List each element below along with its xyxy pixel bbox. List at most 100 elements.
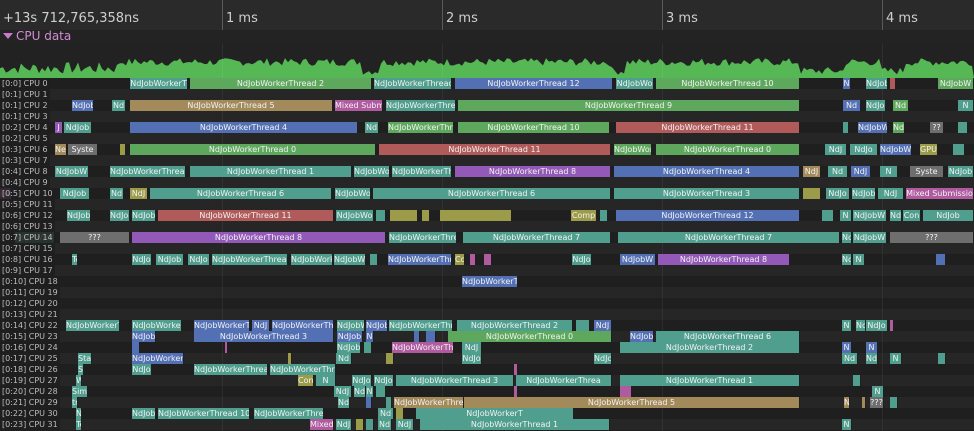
thread-slice[interactable] [958, 122, 968, 133]
thread-slice[interactable]: NdJobWo [858, 122, 888, 133]
thread-slice[interactable] [484, 254, 492, 265]
thread-slice[interactable]: NdJobWorkerThread 6 [656, 331, 800, 342]
thread-slice[interactable]: NdJobWorkerThre [389, 232, 457, 243]
thread-slice[interactable]: Te [76, 419, 82, 430]
thread-slice[interactable]: N [843, 78, 851, 89]
thread-slice[interactable]: NdJobWo [334, 254, 366, 265]
thread-slice[interactable]: NdJobWorkerThread 3 [614, 188, 800, 199]
thread-slice[interactable]: N [366, 386, 374, 397]
cpu-data-section-header[interactable]: CPU data [0, 29, 974, 44]
thread-slice[interactable]: ?? [930, 122, 944, 133]
cpu-track-row[interactable]: NdJobNdJobNdJobNdJobWorkerThread 11NdJob… [0, 210, 974, 221]
thread-slice[interactable]: NdJobWorkerThre [389, 320, 453, 331]
thread-slice[interactable] [440, 210, 512, 221]
thread-slice[interactable]: Nc [842, 254, 852, 265]
thread-slice[interactable]: NdJobWorkerThread 8 [455, 166, 611, 177]
thread-slice[interactable] [620, 386, 632, 397]
cpu-track-row[interactable]: [0:2] CPU 5 [0, 133, 974, 144]
thread-slice[interactable]: Mixed Subm [335, 100, 383, 111]
thread-slice[interactable]: NdJob [132, 331, 156, 342]
thread-slice[interactable]: NdJobWorkerThrea [194, 364, 268, 375]
thread-slice[interactable]: NdJ [803, 166, 821, 177]
thread-slice[interactable] [514, 364, 518, 375]
thread-slice[interactable]: Nd [378, 408, 394, 419]
thread-slice[interactable]: Mixed [310, 419, 334, 430]
thread-slice[interactable]: NdJobW [630, 331, 654, 342]
cpu-track-row[interactable]: NdJobW NdJobWorkerThread NdJobWorkerThread… [0, 166, 974, 177]
thread-slice[interactable]: Nd [338, 397, 350, 408]
thread-slice[interactable] [576, 320, 590, 331]
thread-slice[interactable]: Simi [72, 386, 88, 397]
thread-slice[interactable]: NdJobWorker [132, 353, 184, 364]
thread-slice[interactable]: NdJobWorkN [291, 254, 333, 265]
thread-slice[interactable]: NdJ [334, 386, 352, 397]
thread-slice[interactable]: N [842, 320, 852, 331]
thread-slice[interactable] [600, 210, 608, 221]
thread-slice[interactable]: NdJ [462, 342, 482, 353]
thread-slice[interactable]: NdJob [866, 78, 888, 89]
thread-slice[interactable] [953, 144, 965, 155]
thread-slice[interactable]: NdJobWo [354, 166, 390, 177]
thread-slice[interactable]: W [76, 375, 82, 386]
thread-slice[interactable]: NdJobWorkerThread 12 [455, 78, 613, 89]
thread-slice[interactable]: NdJobWorkerT [462, 276, 518, 287]
thread-slice[interactable]: N [958, 100, 974, 111]
cpu-track-row[interactable]: NdJob Nd NdJobWorkerThread 5 Mixed Subm NdJo… [0, 100, 974, 111]
thread-slice[interactable]: NdJobWorkerThre [270, 364, 336, 375]
thread-slice[interactable]: NdJ [252, 320, 270, 331]
thread-slice[interactable]: NdJobWorkerThread 3 [396, 375, 514, 386]
cpu-track-row[interactable]: Nc NdJobNdJobWorkerThread 10 NdJobWorkerTh… [0, 408, 974, 419]
cpu-track-row[interactable]: NdJobWorkerT NdJobWorke NdJobWorkerT NdJ NdJ… [0, 320, 974, 331]
thread-slice[interactable]: NdJob [337, 342, 361, 353]
thread-slice[interactable]: Nd [856, 320, 866, 331]
thread-slice[interactable]: NdJobWorkerThre [388, 254, 452, 265]
thread-slice[interactable]: NdJob [67, 210, 91, 221]
thread-slice[interactable]: NdJobWorkerThread 2 [620, 342, 800, 353]
cpu-track-row[interactable]: [0:1] CPU 3 [0, 111, 974, 122]
thread-slice[interactable]: NdJ [878, 188, 904, 199]
thread-slice[interactable]: NdJ [336, 419, 352, 430]
thread-slice[interactable]: NdJobWorkerThread 10 [458, 122, 610, 133]
thread-slice[interactable]: NdJo [188, 254, 210, 265]
thread-slice[interactable]: NdJo [850, 144, 878, 155]
thread-slice[interactable]: NdJo [462, 353, 482, 364]
thread-slice[interactable]: NdJobWorkerThread 0 [656, 144, 800, 155]
thread-slice[interactable]: NdJobWorkerThread 10 [158, 408, 250, 419]
thread-slice[interactable]: NdJ [825, 144, 847, 155]
thread-slice[interactable]: Ne [55, 144, 67, 155]
thread-slice[interactable] [862, 397, 866, 408]
cpu-track-row[interactable]: [0:1] CPU 1 [0, 89, 974, 100]
thread-slice[interactable]: NdJob [866, 100, 886, 111]
cpu-track-row[interactable]: [0:5] CPU 11 [0, 199, 974, 210]
thread-slice[interactable] [803, 188, 821, 199]
thread-slice[interactable] [396, 408, 404, 419]
thread-slice[interactable]: Comp [571, 210, 597, 221]
thread-slice[interactable]: NdJo [594, 353, 612, 364]
thread-slice[interactable]: Nd [842, 353, 858, 364]
thread-slice[interactable]: NdJobW [337, 320, 365, 331]
thread-slice[interactable] [376, 210, 386, 221]
cpu-track-row[interactable]: ixedNdJobNdNdJNdJobWorkerThread 6NdJobWo… [0, 188, 974, 199]
thread-slice[interactable] [366, 419, 374, 430]
thread-slice[interactable]: NdJobWorkerThread 2 [190, 78, 372, 89]
thread-slice[interactable]: NdJobW [853, 232, 887, 243]
thread-slice[interactable]: NdJo [866, 320, 888, 331]
thread-slice[interactable]: NdJobWorkerThread [386, 100, 456, 111]
thread-slice[interactable]: NdJobWorkerThread [110, 166, 186, 177]
thread-slice[interactable]: NdJobWorkerThread 5 [130, 100, 333, 111]
cpu-track-row[interactable]: WConNNdJoNdJoNdJobWorkerThread 3NdJobWor… [0, 375, 974, 386]
cpu-track-row[interactable]: [0:12] CPU 20 [0, 298, 974, 309]
thread-slice[interactable]: N [853, 254, 865, 265]
thread-slice[interactable] [853, 375, 861, 386]
thread-slice[interactable]: NdJob [156, 254, 184, 265]
thread-slice[interactable]: NdJobWorkerThre [394, 397, 464, 408]
cpu-track-row[interactable]: J NdJob NdJobWorkerThread 4 Nd NdJobWorkerTh… [0, 122, 974, 133]
thread-slice[interactable]: NdJobWorkerThread 3 [194, 331, 334, 342]
thread-slice[interactable]: NdJobWorke [132, 320, 182, 331]
thread-slice[interactable]: NdJobWorkerThread 0 [130, 144, 376, 155]
thread-slice[interactable]: NdJobWorkerThread 1 [190, 166, 352, 177]
thread-slice[interactable]: Co [455, 254, 465, 265]
cpu-tracks[interactable]: NdJobWorkerT NdJobWorkerThread 2 NdJobWork… [0, 78, 974, 431]
thread-slice[interactable]: NdJobWorkerThre [388, 122, 454, 133]
thread-slice[interactable]: NdJobWorkerT [66, 320, 120, 331]
